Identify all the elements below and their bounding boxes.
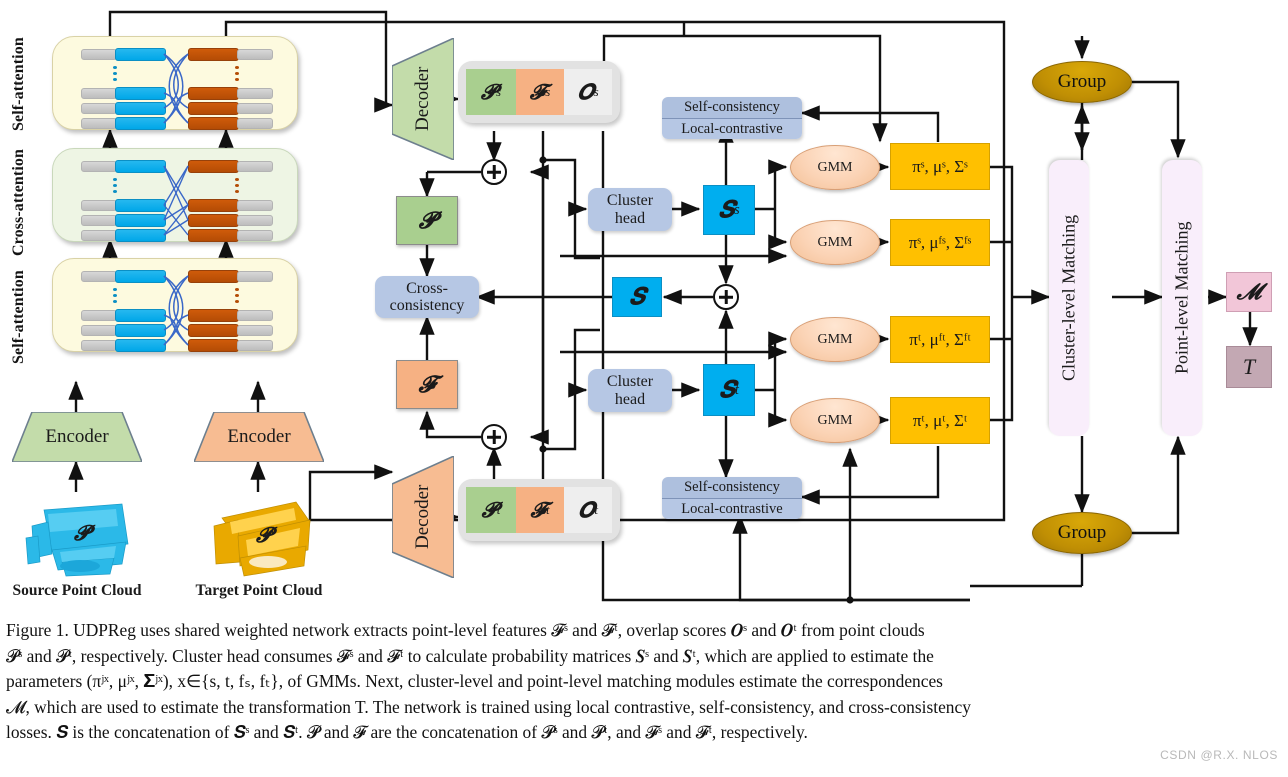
encoder-target-label: Encoder	[227, 426, 291, 447]
side-label-self-attention-bottom: Self-attention	[10, 270, 27, 364]
prob-matrix-source: 𝑺s	[703, 185, 755, 235]
gmm-source-point[interactable]: GMM	[790, 145, 880, 190]
cluster-head-source-line2: head	[614, 209, 646, 227]
cluster-head-target[interactable]: Cluster head	[588, 369, 672, 412]
cross-attention-links	[163, 165, 189, 236]
figure-caption: Figure 1. UDPReg uses shared weighted ne…	[6, 618, 1282, 746]
f-target-cell: 𝓕t	[516, 487, 564, 533]
gmm-target-point[interactable]: GMM	[790, 398, 880, 443]
cluster-head-target-line2: head	[614, 390, 646, 408]
plus-node-source	[481, 159, 507, 185]
gmm-params-source-feature: πˢ, μᶠˢ, Σᶠˢ	[890, 219, 990, 266]
p-target-cell: 𝓟t	[466, 487, 516, 533]
cluster-head-source-line1: Cluster	[606, 192, 654, 210]
target-cloud-symbol: 𝓟t	[256, 522, 275, 547]
cluster-head-target-line1: Cluster	[606, 373, 654, 391]
cross-consistency-line2: consistency	[389, 297, 465, 314]
side-label-self-attention-top: Self-attention	[10, 37, 27, 131]
local-contrastive-label-target: Local-contrastive	[662, 499, 802, 519]
source-point-cloud-caption: Source Point Cloud	[12, 582, 142, 599]
concat-f-box: 𝓕	[396, 360, 458, 409]
side-label-cross-attention: Cross-attention	[10, 149, 27, 257]
gmm-target-feature[interactable]: GMM	[790, 317, 880, 362]
caption-line-3: parameters (πʲˣ, μʲˣ, 𝚺ʲˣ), x∈{s, t, fₛ,…	[6, 671, 943, 692]
figure-canvas: Self-attention Cross-attention Self-atte…	[0, 0, 1288, 777]
self-consistency-label-target: Self-consistency	[662, 477, 802, 499]
gmm-params-source-point: πˢ, μˢ, Σˢ	[890, 143, 990, 190]
point-level-matching[interactable]: Point-level Matching	[1162, 160, 1202, 436]
group-node-top[interactable]: Group	[1032, 61, 1132, 103]
group-node-bottom[interactable]: Group	[1032, 512, 1132, 554]
local-contrastive-label-source: Local-contrastive	[662, 119, 802, 139]
plus-node-s-concat	[713, 284, 739, 310]
source-point-cloud-image: 𝓟s	[18, 492, 138, 578]
gmm-source-feature[interactable]: GMM	[790, 220, 880, 265]
decoder-source[interactable]: Decoder	[391, 36, 455, 162]
encoder-source[interactable]: Encoder	[10, 411, 144, 463]
target-point-cloud-caption: Target Point Cloud	[195, 582, 323, 599]
concat-p-box: 𝓟	[396, 196, 458, 245]
correspondences-box: 𝓜	[1226, 272, 1272, 312]
decoder-source-label: Decoder	[412, 66, 433, 132]
feature-group-target[interactable]: 𝓟t 𝓕t 𝑶t	[458, 479, 620, 541]
source-cloud-symbol: 𝓟s	[74, 520, 95, 545]
watermark: CSDN @R.X. NLOS	[1160, 748, 1278, 762]
decoder-target-label: Decoder	[412, 484, 433, 550]
f-source-cell: 𝓕s	[516, 69, 564, 115]
plus-node-target	[481, 424, 507, 450]
cross-consistency-line1: Cross-	[406, 279, 448, 297]
caption-line-2: 𝓟ˢ and 𝓟ᵗ, respectively. Cluster head co…	[6, 645, 934, 666]
self-consistency-local-contrastive-source[interactable]: Self-consistency Local-contrastive	[662, 97, 802, 139]
cross-consistency-box[interactable]: Cross- consistency	[375, 276, 479, 318]
prob-matrix-target: 𝑺t	[703, 364, 755, 416]
caption-line-1: Figure 1. UDPReg uses shared weighted ne…	[6, 620, 925, 640]
gmm-params-target-point: πᵗ, μᵗ, Σᵗ	[890, 397, 990, 444]
self-consistency-local-contrastive-target[interactable]: Self-consistency Local-contrastive	[662, 477, 802, 519]
decoder-target[interactable]: Decoder	[391, 454, 455, 580]
cross-attention-block[interactable]	[52, 148, 298, 242]
encoder-target[interactable]: Encoder	[192, 411, 326, 463]
feature-group-source[interactable]: 𝓟s 𝓕s 𝑶s	[458, 61, 620, 123]
self-attention-arcs-target-2	[168, 275, 189, 346]
gmm-params-target-feature: πᵗ, μᶠᵗ, Σᶠᵗ	[890, 316, 990, 363]
self-consistency-label-source: Self-consistency	[662, 97, 802, 119]
self-attention-arcs-target	[168, 53, 189, 124]
self-attention-block-bottom[interactable]	[52, 258, 298, 352]
target-point-cloud-image: 𝓟t	[200, 492, 320, 578]
self-attention-block-top[interactable]	[52, 36, 298, 130]
encoder-source-label: Encoder	[45, 426, 109, 447]
transformation-box: T	[1226, 346, 1272, 388]
p-source-cell: 𝓟s	[466, 69, 516, 115]
caption-line-4: 𝓜, which are used to estimate the transf…	[6, 696, 971, 717]
o-source-cell: 𝑶s	[564, 69, 612, 115]
cluster-head-source[interactable]: Cluster head	[588, 188, 672, 231]
concat-s-box: 𝑺	[612, 277, 662, 317]
o-target-cell: 𝑶t	[564, 487, 612, 533]
cluster-level-matching[interactable]: Cluster-level Matching	[1049, 160, 1089, 436]
caption-line-5: losses. 𝑺 is the concatenation of 𝑺ˢ and…	[6, 722, 808, 743]
